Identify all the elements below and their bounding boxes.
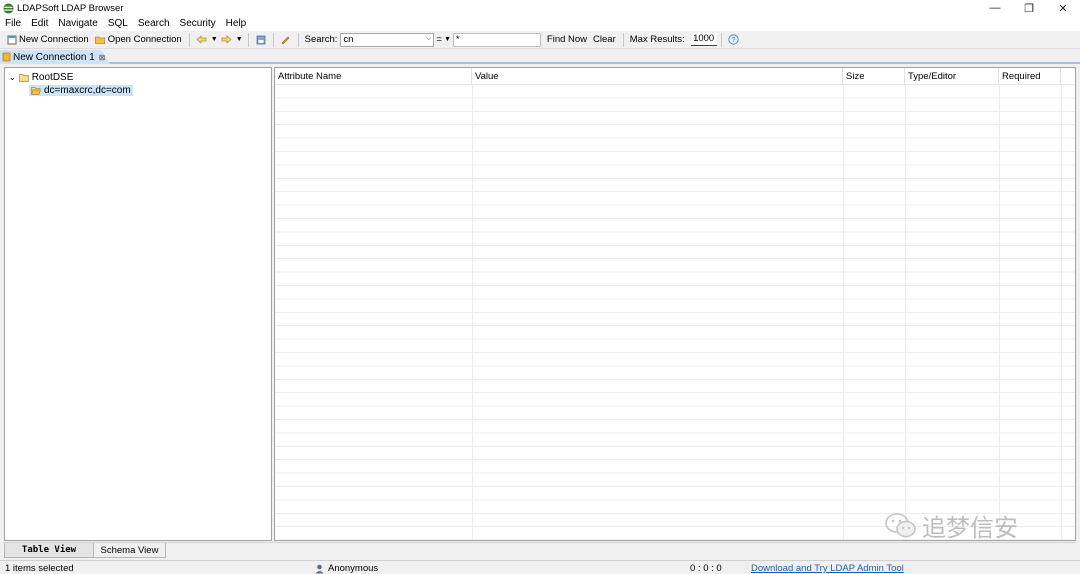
operator-value: = [436,34,442,45]
user-icon [315,564,324,573]
save-icon[interactable] [254,33,268,47]
tab-strip: New Connection 1 ⊠ [0,49,1080,64]
restore-button[interactable]: ❐ [1012,0,1046,16]
status-selection: 1 items selected [5,563,74,574]
watermark-text: 追梦信安 [922,514,1018,542]
max-results-label: Max Results: [629,34,685,45]
table-body [275,85,1075,540]
toolbar-separator [622,32,624,47]
max-results-input[interactable]: 1000 [690,33,717,46]
tree-label: dc=maxcrc,dc=com [44,84,131,96]
window-title: LDAPSoft LDAP Browser [17,2,124,14]
open-connection-label: Open Connection [107,34,182,45]
column-divider [472,68,473,540]
view-tabs: Table View Schema View [4,542,1076,558]
search-attribute-value: cn [343,34,354,45]
toolbar-separator [247,32,249,47]
column-header-attribute-name[interactable]: Attribute Name [275,68,472,85]
toolbar: New Connection Open Connection ▼ ▼ Searc… [0,31,1080,49]
tree-label: RootDSE [31,71,74,83]
tab-close-icon[interactable]: ⊠ [99,53,106,62]
back-dropdown-icon[interactable]: ▼ [211,33,218,47]
column-divider [905,68,906,540]
menu-help[interactable]: Help [221,16,252,31]
tree-node-dc-maxcrc[interactable]: dc=maxcrc,dc=com [29,84,133,96]
status-bar: 1 items selected Anonymous 0 : 0 : 0 Dow… [0,560,1080,574]
tab-label: New Connection 1 [13,51,95,63]
menu-file[interactable]: File [0,16,26,31]
new-connection-icon [7,35,17,44]
app-icon [3,2,14,14]
chevron-down-icon: ⌵ [426,34,432,42]
table-header: Attribute Name Value Size Type/Editor Re… [275,68,1075,85]
status-auth: Anonymous [315,563,378,574]
search-attribute-select[interactable]: cn ⌵ [340,32,435,47]
open-connection-button[interactable]: Open Connection [92,32,185,48]
tree-selection: dc=maxcrc,dc=com [29,84,133,96]
connection-icon [2,52,11,62]
tab-new-connection-1[interactable]: New Connection 1 ⊠ [0,50,110,64]
column-divider [999,68,1000,540]
search-label: Search: [304,34,338,45]
menu-edit[interactable]: Edit [26,16,53,31]
back-arrow-icon[interactable] [195,33,209,47]
menu-sql[interactable]: SQL [103,16,133,31]
column-header-type-editor[interactable]: Type/Editor [905,68,999,85]
new-connection-label: New Connection [19,34,89,45]
svg-text:?: ? [732,37,736,44]
chevron-down-icon: ▼ [443,36,451,43]
help-icon[interactable]: ? [727,33,741,47]
forward-arrow-icon[interactable] [220,33,234,47]
edit-pencil-icon[interactable] [279,33,293,47]
wechat-icon [885,512,916,537]
chevron-down-icon[interactable]: ⌄ [9,73,16,82]
watermark: 追梦信安 [884,508,1018,543]
toolbar-separator [720,32,722,47]
toolbar-separator [297,32,299,47]
menu-navigate[interactable]: Navigate [53,16,102,31]
find-now-button[interactable]: Find Now [544,32,590,48]
attribute-table: Attribute Name Value Size Type/Editor Re… [274,67,1076,541]
column-header-value[interactable]: Value [472,68,843,85]
column-header-required[interactable]: Required [999,68,1061,85]
column-header-size[interactable]: Size [843,68,905,85]
tab-schema-view[interactable]: Schema View [94,543,166,558]
folder-open-icon [31,86,41,95]
tree-node-rootdse[interactable]: ⌄ RootDSE [9,71,73,83]
title-bar: LDAPSoft LDAP Browser — ❐ ✕ [0,0,1080,16]
menu-bar: File Edit Navigate SQL Search Security H… [0,16,1080,31]
operator-select[interactable]: = ▼ [434,32,453,48]
status-auth-label: Anonymous [328,563,379,574]
close-button[interactable]: ✕ [1046,0,1080,16]
forward-dropdown-icon[interactable]: ▼ [236,33,243,47]
tab-table-view[interactable]: Table View [4,543,94,558]
minimize-button[interactable]: — [978,0,1012,16]
folder-open-icon [94,36,105,44]
toolbar-separator [188,32,190,47]
status-position: 0 : 0 : 0 [690,563,722,574]
download-link[interactable]: Download and Try LDAP Admin Tool [751,563,904,574]
search-value-input[interactable]: * [452,32,541,47]
column-divider [843,68,844,540]
toolbar-separator [272,32,274,47]
menu-search[interactable]: Search [133,16,175,31]
clear-button[interactable]: Clear [590,32,619,48]
folder-icon [18,73,29,82]
menu-security[interactable]: Security [175,16,221,31]
new-connection-button[interactable]: New Connection [4,32,92,48]
column-divider [1061,68,1062,540]
directory-tree: ⌄ RootDSE dc=maxcrc,dc=com [4,67,272,541]
